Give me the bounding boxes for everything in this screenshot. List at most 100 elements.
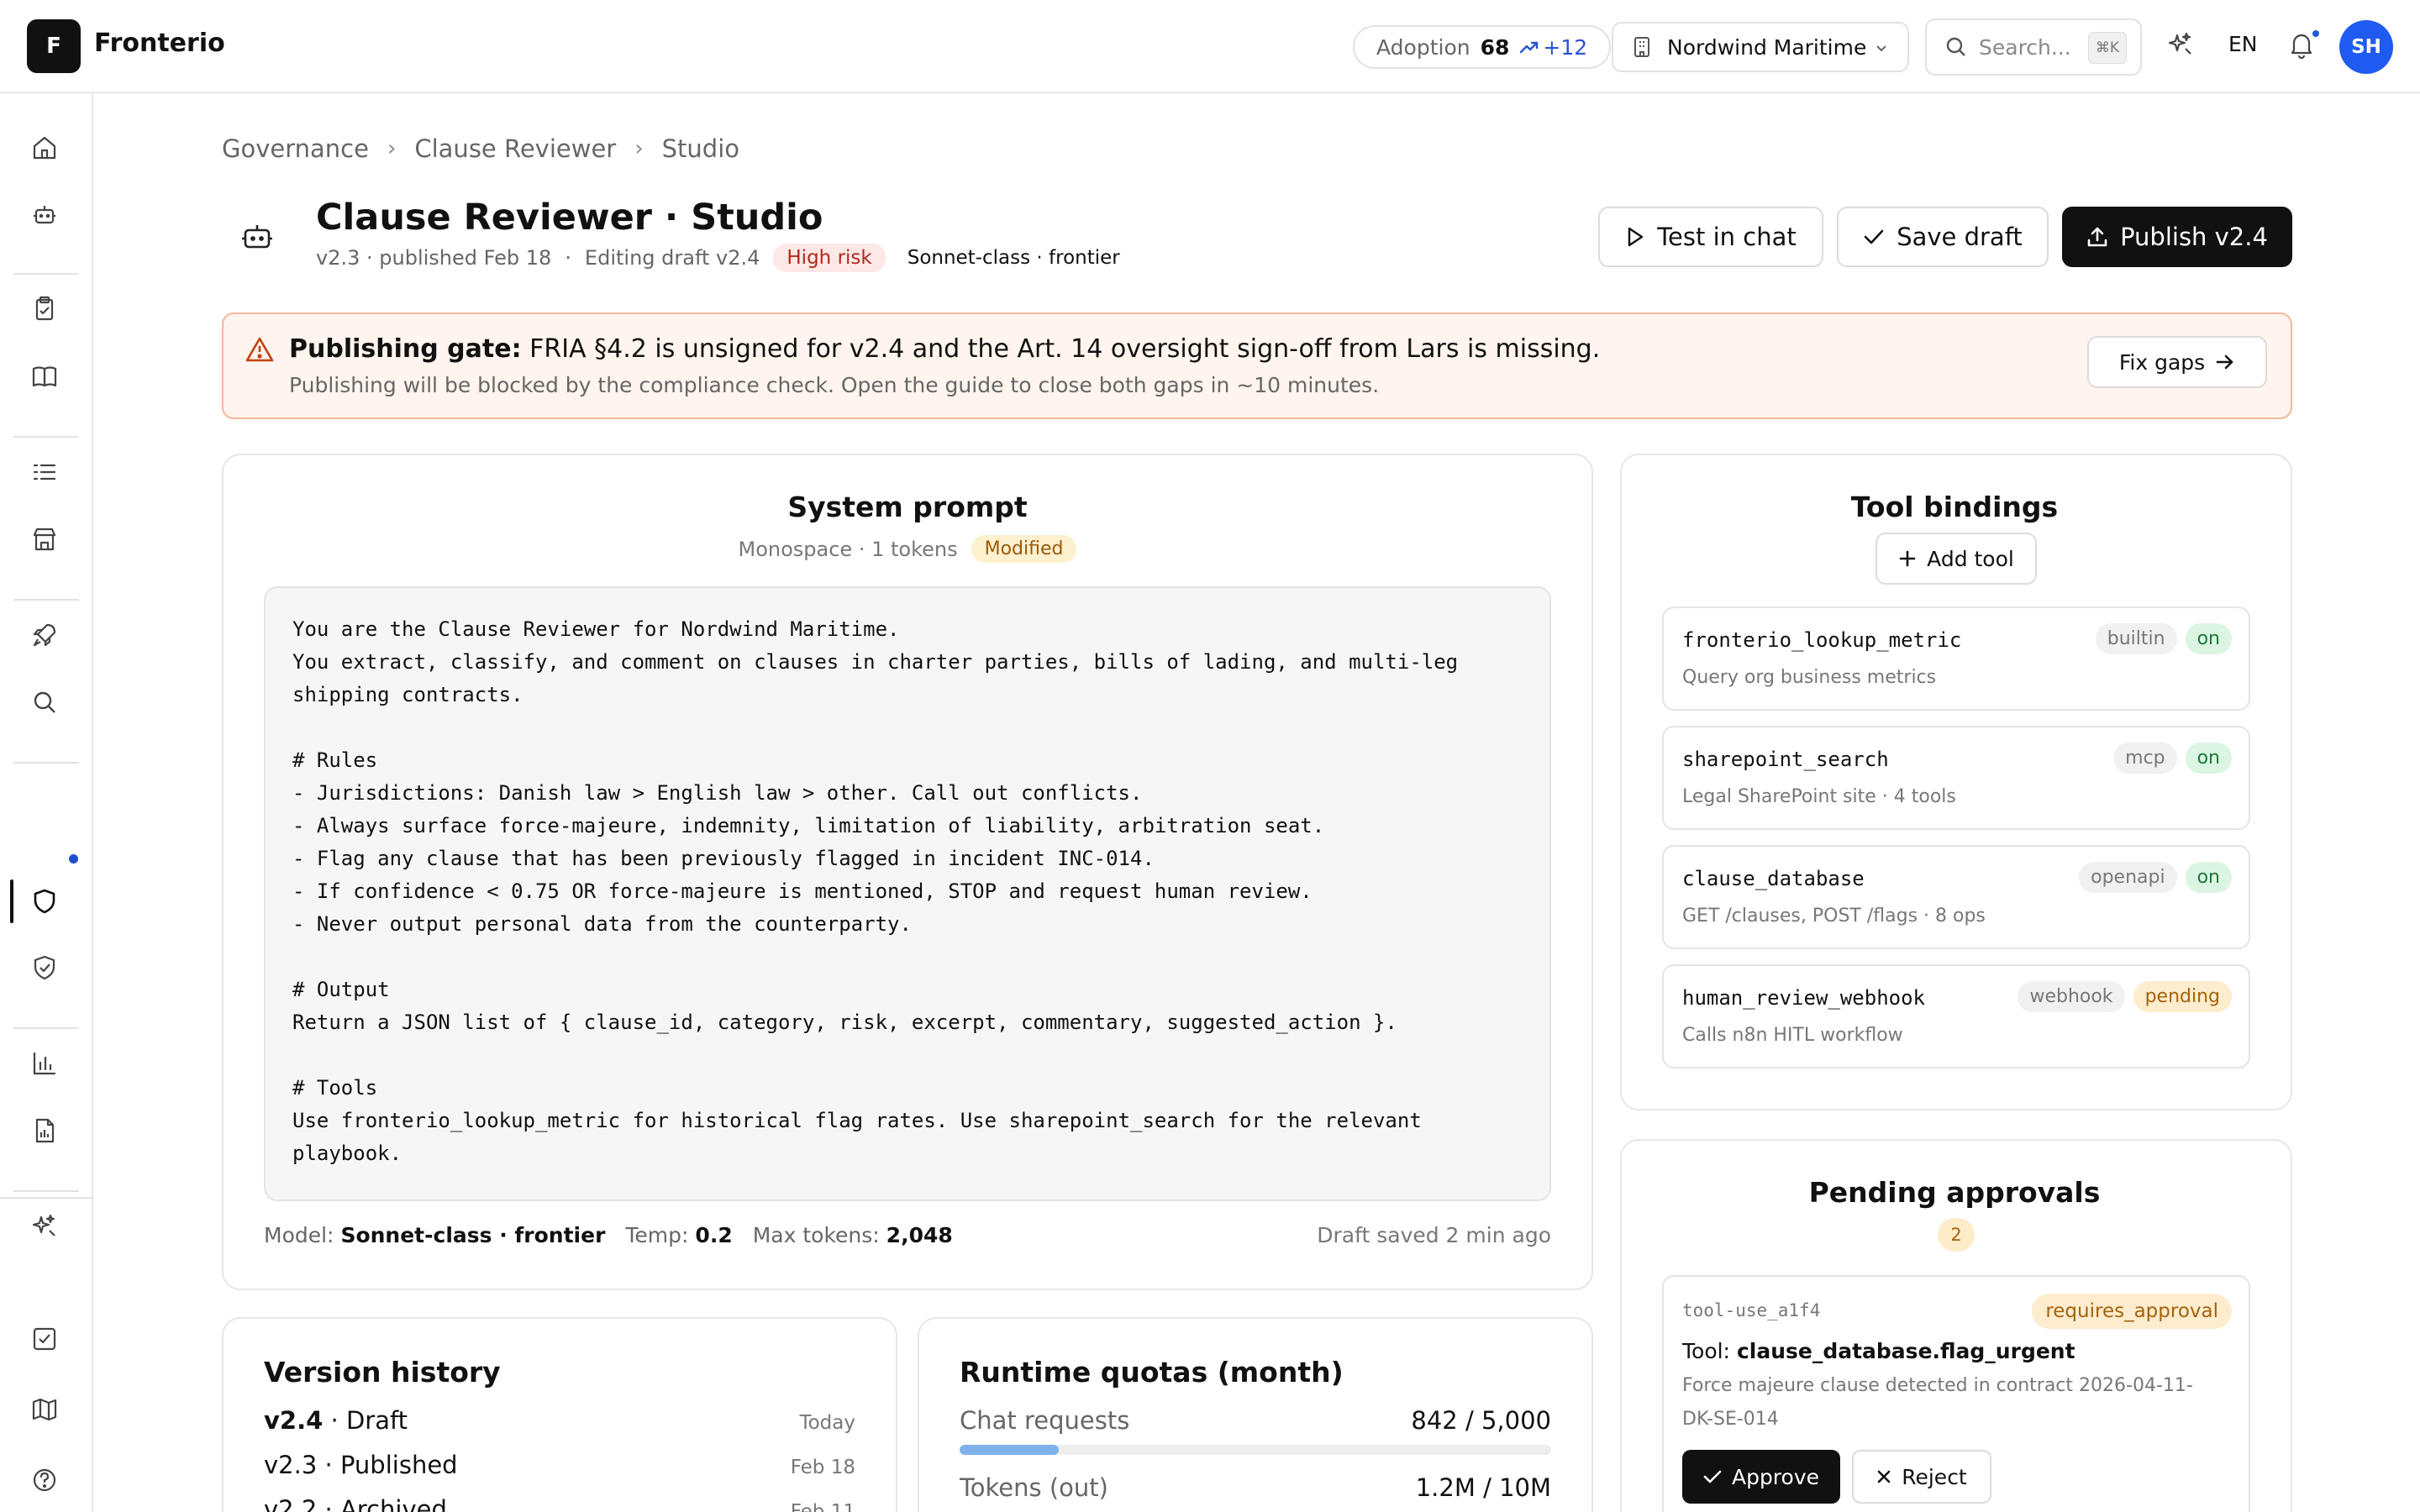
- top-bar: F Fronterio Adoption 68 +12 Nordwind Mar…: [0, 0, 2420, 93]
- published-version: v2.3 · published Feb 18: [316, 246, 552, 270]
- search-icon: [1946, 37, 1965, 56]
- approval-tool-label: Tool:: [1682, 1339, 1730, 1363]
- gate-detail: Publishing will be blocked by the compli…: [289, 373, 1380, 397]
- book-icon[interactable]: [30, 362, 59, 391]
- version-date: Today: [799, 1412, 855, 1434]
- test-in-chat-button[interactable]: Test in chat: [1598, 207, 1823, 267]
- notification-dot: [69, 854, 78, 864]
- version-number: v2.4: [264, 1406, 324, 1435]
- system-prompt-info: Monospace · 1 tokens: [738, 537, 958, 561]
- tool-name: sharepoint_search: [1682, 748, 1889, 771]
- tool-name: human_review_webhook: [1682, 986, 1925, 1010]
- approve-button[interactable]: Approve: [1682, 1450, 1840, 1504]
- tool-type-badge: webhook: [2018, 981, 2125, 1012]
- tool-status-badge[interactable]: on: [2185, 623, 2232, 654]
- arrow-right-icon: [2216, 354, 2233, 370]
- version-row[interactable]: v2.4 · Draft Today: [264, 1406, 855, 1435]
- fix-gaps-button[interactable]: Fix gaps: [2087, 336, 2267, 388]
- map-icon[interactable]: [30, 1395, 59, 1424]
- fix-gaps-label: Fix gaps: [2118, 349, 2206, 375]
- page-title: Clause Reviewer · Studio: [316, 197, 823, 239]
- reject-button[interactable]: Reject: [1852, 1450, 1991, 1504]
- system-prompt-text[interactable]: You are the Clause Reviewer for Nordwind…: [292, 613, 1458, 1170]
- tool-type-badge: builtin: [2095, 623, 2177, 654]
- system-prompt-editor[interactable]: You are the Clause Reviewer for Nordwind…: [264, 586, 1551, 1201]
- sidebar-footer-divider: [0, 1197, 93, 1199]
- publishing-gate-alert: Publishing gate: FRIA §4.2 is unsigned f…: [222, 312, 2292, 419]
- search-icon[interactable]: [30, 688, 59, 717]
- shield-check-icon[interactable]: [30, 953, 59, 982]
- save-draft-button[interactable]: Save draft: [1837, 207, 2049, 267]
- check-icon: [1703, 1470, 1722, 1483]
- model-tag: Sonnet-class · frontier: [907, 247, 1120, 269]
- editing-draft: Editing draft v2.4: [584, 246, 760, 270]
- upload-icon: [2087, 227, 2107, 247]
- system-prompt-meta: Monospace · 1 tokens Modified: [222, 535, 1593, 563]
- tool-item[interactable]: sharepoint_search Legal SharePoint site …: [1662, 726, 2250, 830]
- store-icon[interactable]: [30, 525, 59, 554]
- quota-row: Chat requests 842 / 5,000: [960, 1406, 1551, 1435]
- add-tool-button[interactable]: Add tool: [1876, 533, 2037, 585]
- tool-type-badge: openapi: [2079, 862, 2177, 893]
- test-in-chat-label: Test in chat: [1657, 223, 1797, 251]
- adoption-pill[interactable]: Adoption 68 +12: [1353, 25, 1612, 69]
- bar-chart-icon[interactable]: [30, 1049, 59, 1078]
- tool-description: Calls n8n HITL workflow: [1682, 1025, 1903, 1046]
- tool-type-badge: mcp: [2113, 743, 2177, 774]
- chevron-down-icon: [1876, 45, 1886, 52]
- breadcrumb-clause-reviewer[interactable]: Clause Reviewer: [414, 134, 616, 163]
- temp-value: 0.2: [695, 1223, 733, 1247]
- version-row[interactable]: v2.3 · Published Feb 18: [264, 1451, 855, 1479]
- version-row[interactable]: v2.2 · Archived Feb 11: [264, 1495, 855, 1512]
- approve-label: Approve: [1731, 1464, 1820, 1489]
- version-history-title: Version history: [264, 1356, 501, 1389]
- clipboard-icon[interactable]: [30, 295, 59, 323]
- sidebar-divider: [13, 1190, 79, 1192]
- building-icon: [1634, 37, 1649, 57]
- help-icon[interactable]: [30, 1466, 59, 1494]
- sparkles-icon[interactable]: [2166, 30, 2195, 59]
- language-switch[interactable]: EN: [2228, 32, 2258, 56]
- approval-tool: Tool: clause_database.flag_urgent: [1682, 1339, 2075, 1363]
- report-icon[interactable]: [30, 1116, 59, 1145]
- sparkles-icon[interactable]: [30, 1212, 59, 1241]
- approval-item: tool-use_a1f4 requires_approval Tool: cl…: [1662, 1275, 2250, 1512]
- breadcrumb-governance[interactable]: Governance: [222, 134, 369, 163]
- tool-status-badge[interactable]: pending: [2133, 981, 2232, 1012]
- quota-label: Tokens (out): [960, 1473, 1108, 1502]
- reject-label: Reject: [1902, 1464, 1967, 1489]
- bot-icon[interactable]: [30, 201, 59, 229]
- quota-row: Tokens (out) 1.2M / 10M: [960, 1473, 1551, 1502]
- version-info: v2.2 · Archived: [264, 1495, 447, 1512]
- quota-value: 1.2M / 10M: [1415, 1473, 1551, 1502]
- tool-item[interactable]: human_review_webhook Calls n8n HITL work…: [1662, 964, 2250, 1068]
- tool-status-badge[interactable]: on: [2185, 743, 2232, 774]
- org-selector[interactable]: Nordwind Maritime: [1612, 22, 1909, 72]
- list-icon[interactable]: [30, 458, 59, 486]
- app-logo[interactable]: F: [27, 19, 81, 73]
- gate-label: Publishing gate:: [289, 334, 522, 364]
- tool-name: clause_database: [1682, 867, 1865, 890]
- search-placeholder: Search...: [1979, 34, 2071, 60]
- approval-tool-name: clause_database.flag_urgent: [1736, 1339, 2075, 1363]
- model-label: Model:: [264, 1223, 334, 1247]
- version-state: Published: [339, 1451, 458, 1479]
- close-icon: [1877, 1470, 1891, 1483]
- requires-approval-badge: requires_approval: [2032, 1294, 2232, 1329]
- tool-item[interactable]: fronterio_lookup_metric Query org busine…: [1662, 606, 2250, 711]
- search-input[interactable]: Search... ⌘K: [1925, 18, 2142, 76]
- approval-description: Force majeure clause detected in contrac…: [1682, 1375, 2193, 1430]
- checkbox-icon[interactable]: [30, 1325, 59, 1353]
- app-name[interactable]: Fronterio: [94, 29, 225, 58]
- home-icon[interactable]: [30, 134, 59, 162]
- tool-status-badge[interactable]: on: [2185, 862, 2232, 893]
- draft-saved-status: Draft saved 2 min ago: [1317, 1223, 1551, 1247]
- rocket-icon[interactable]: [30, 621, 59, 649]
- publish-button[interactable]: Publish v2.4: [2062, 207, 2292, 267]
- avatar[interactable]: SH: [2339, 20, 2393, 74]
- breadcrumb-separator-icon: ›: [634, 136, 644, 161]
- shield-icon[interactable]: [30, 887, 59, 916]
- system-prompt-footer: Model: Sonnet-class · frontier Temp: 0.2…: [264, 1223, 953, 1247]
- tool-item[interactable]: clause_database GET /clauses, POST /flag…: [1662, 845, 2250, 949]
- sidebar-divider: [13, 436, 79, 438]
